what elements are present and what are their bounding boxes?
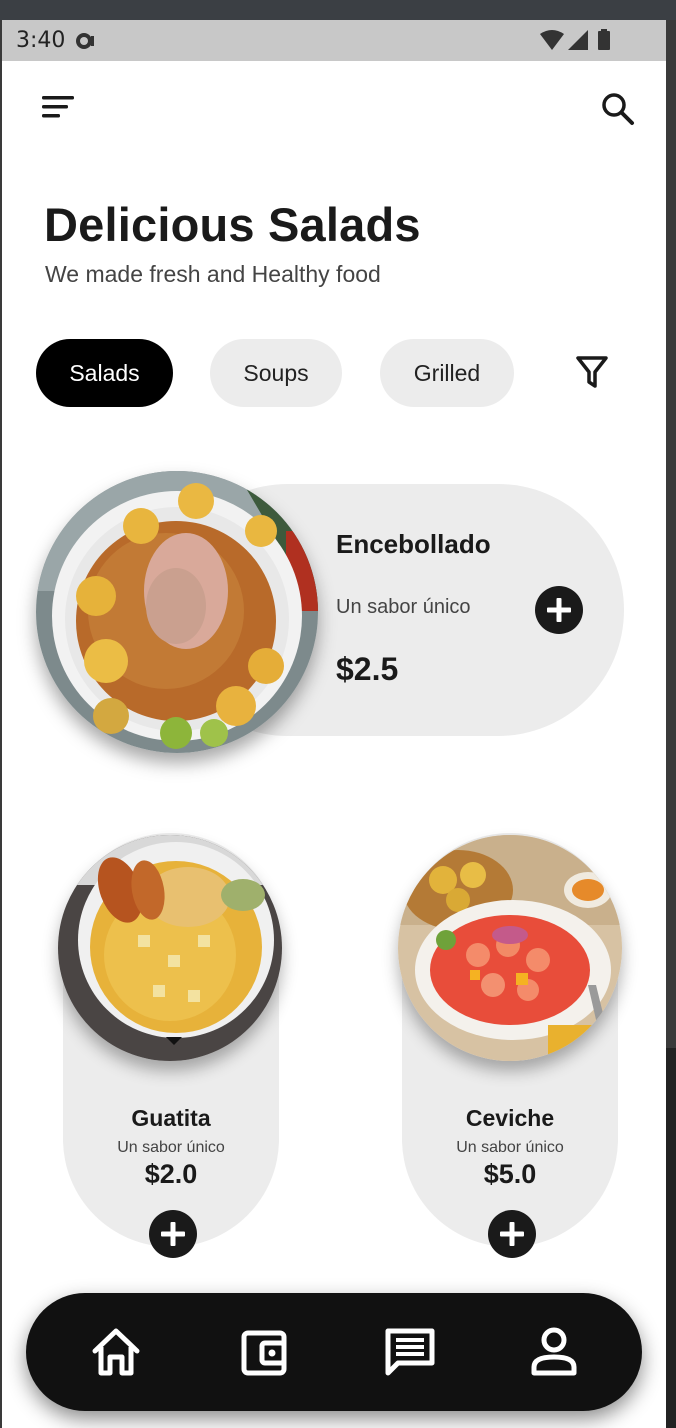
- window-top-strip: [0, 0, 676, 20]
- ceviche-dish-image[interactable]: [398, 835, 622, 1061]
- featured-name: Encebollado: [336, 529, 491, 559]
- item-price-guatita: $2.0: [144, 1159, 198, 1189]
- plus-icon: [547, 598, 571, 622]
- featured-add-button[interactable]: [535, 586, 583, 634]
- item-price-ceviche: $5.0: [483, 1159, 537, 1189]
- page-subtitle: We made fresh and Healthy food: [45, 261, 381, 287]
- item-subtitle-ceviche: Un sabor único: [456, 1139, 564, 1156]
- plus-icon: [161, 1222, 185, 1246]
- home-icon[interactable]: [88, 1325, 144, 1379]
- item-subtitle-guatita: Un sabor único: [117, 1139, 225, 1156]
- status-bar: 3:40: [2, 20, 666, 61]
- item-name-ceviche: Ceviche: [465, 1105, 555, 1131]
- guatita-add-button[interactable]: [149, 1210, 197, 1258]
- filter-icon[interactable]: [574, 353, 610, 391]
- window-edge: [666, 1048, 676, 1428]
- page-title: Delicious Salads: [44, 198, 421, 251]
- chip-salads[interactable]: Salads: [36, 339, 173, 407]
- app-screen: Delicious Salads We made fresh and Healt…: [2, 61, 666, 1428]
- chip-grilled[interactable]: Grilled: [380, 339, 514, 407]
- signal-icon: [568, 30, 588, 50]
- ceviche-add-button[interactable]: [488, 1210, 536, 1258]
- wifi-icon: [540, 30, 564, 50]
- wallet-icon[interactable]: [236, 1325, 292, 1379]
- chip-soups[interactable]: Soups: [210, 339, 342, 407]
- featured-price: $2.5: [336, 651, 399, 687]
- guatita-dish-image[interactable]: [58, 835, 282, 1061]
- plus-icon: [500, 1222, 524, 1246]
- status-icons: [540, 29, 610, 50]
- message-icon[interactable]: [382, 1325, 438, 1379]
- user-icon[interactable]: [526, 1325, 582, 1379]
- menu-icon[interactable]: [38, 91, 78, 125]
- featured-subtitle: Un sabor único: [336, 596, 471, 618]
- battery-icon: [598, 31, 610, 50]
- featured-dish-image[interactable]: [36, 471, 318, 753]
- device-frame: 3:40 Delicious Salads We made fresh and …: [0, 0, 676, 1428]
- notification-icon: [76, 33, 94, 49]
- status-time: 3:40: [16, 28, 66, 53]
- bottom-nav: [26, 1293, 642, 1411]
- item-name-guatita: Guatita: [131, 1105, 211, 1131]
- search-icon[interactable]: [598, 89, 638, 129]
